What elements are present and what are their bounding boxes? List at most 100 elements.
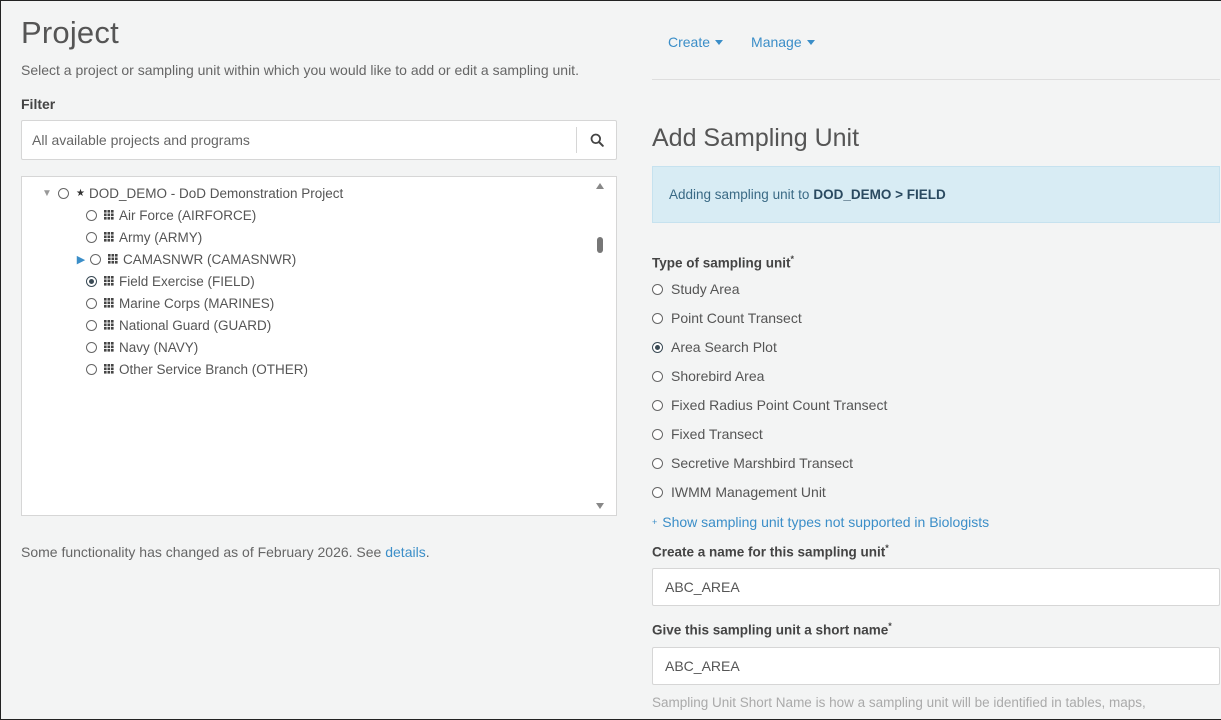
tree-item-label: Army (ARMY) xyxy=(119,229,203,245)
short-name-help: Sampling Unit Short Name is how a sampli… xyxy=(652,694,1146,710)
tree-item[interactable]: Other Service Branch (OTHER) xyxy=(40,358,576,380)
search-box xyxy=(21,120,617,160)
tree-radio[interactable] xyxy=(86,341,97,353)
type-option[interactable]: Area Search Plot xyxy=(652,333,1220,362)
type-option-label: Fixed Transect xyxy=(671,426,763,442)
project-panel: Project Select a project or sampling uni… xyxy=(21,15,617,560)
tree-item[interactable]: Navy (NAVY) xyxy=(40,336,576,358)
top-nav: Create Manage xyxy=(652,1,1220,80)
create-menu[interactable]: Create xyxy=(668,34,724,50)
required-mark: * xyxy=(790,254,795,264)
type-option-label: Fixed Radius Point Count Transect xyxy=(671,397,888,413)
type-label-text: Type of sampling unit xyxy=(652,255,791,271)
show-more-label: Show sampling unit types not supported i… xyxy=(662,513,990,530)
tree-item[interactable]: ▶ CAMASNWR (CAMASNWR) xyxy=(40,248,576,270)
info-alert: Adding sampling unit to DOD_DEMO > FIELD xyxy=(652,166,1220,223)
type-radio[interactable] xyxy=(652,283,663,295)
short-name-label: Give this sampling unit a short name* xyxy=(652,621,1220,638)
type-option[interactable]: Study Area xyxy=(652,275,1220,304)
notice-message: Some functionality has changed as of Feb… xyxy=(21,544,386,560)
tree-item-label: Marine Corps (MARINES) xyxy=(119,295,275,311)
tree-item[interactable]: Field Exercise (FIELD) xyxy=(40,270,576,292)
grid-icon xyxy=(104,276,114,286)
tree-item-label: CAMASNWR (CAMASNWR) xyxy=(123,251,297,267)
sampling-unit-panel: Create Manage Add Sampling Unit Adding s… xyxy=(652,1,1220,710)
tree-item-label: Air Force (AIRFORCE) xyxy=(119,207,257,223)
form-title: Add Sampling Unit xyxy=(652,124,860,152)
tree-item[interactable]: Marine Corps (MARINES) xyxy=(40,292,576,314)
tree-item[interactable]: Air Force (AIRFORCE) xyxy=(40,204,576,226)
info-target: DOD_DEMO > FIELD xyxy=(813,187,946,202)
plus-icon: + xyxy=(652,516,658,527)
tree-item-label: National Guard (GUARD) xyxy=(119,317,272,333)
tree-item[interactable]: Army (ARMY) xyxy=(40,226,576,248)
tree-item-label: Other Service Branch (OTHER) xyxy=(119,361,309,377)
type-option[interactable]: Fixed Radius Point Count Transect xyxy=(652,391,1220,420)
caret-down-icon[interactable]: ▼ xyxy=(40,188,54,199)
tree-radio[interactable] xyxy=(86,275,97,287)
type-option-label: IWMM Management Unit xyxy=(671,484,826,500)
type-radio[interactable] xyxy=(652,428,663,440)
notice-text: Some functionality has changed as of Feb… xyxy=(21,544,617,560)
name-label-text: Create a name for this sampling unit xyxy=(652,544,886,559)
scroll-down-icon[interactable] xyxy=(596,503,604,509)
app-frame: Project Select a project or sampling uni… xyxy=(0,0,1221,720)
type-label: Type of sampling unit* xyxy=(652,254,1220,271)
short-name-input[interactable]: ABC_AREA xyxy=(652,646,1220,685)
tree-radio[interactable] xyxy=(90,253,101,265)
required-mark: * xyxy=(888,621,892,631)
tree-item[interactable]: National Guard (GUARD) xyxy=(40,314,576,336)
name-input[interactable]: ABC_AREA xyxy=(652,568,1220,606)
intro-text: Select a project or sampling unit within… xyxy=(21,62,579,78)
type-option-label: Point Count Transect xyxy=(671,310,802,326)
type-radio[interactable] xyxy=(652,457,663,469)
tree-item-root[interactable]: ▼ ★ DOD_DEMO - DoD Demonstration Project xyxy=(40,182,576,204)
tree-radio[interactable] xyxy=(86,297,97,309)
search-input[interactable] xyxy=(22,121,616,159)
search-icon xyxy=(590,133,604,147)
type-option[interactable]: Fixed Transect xyxy=(652,420,1220,449)
search-button[interactable] xyxy=(576,127,616,153)
type-option[interactable]: Shorebird Area xyxy=(652,362,1220,391)
manage-menu-label: Manage xyxy=(751,34,802,50)
scroll-thumb[interactable] xyxy=(597,237,603,253)
grid-icon xyxy=(104,342,114,352)
type-radio[interactable] xyxy=(652,341,663,353)
type-option[interactable]: Secretive Marshbird Transect xyxy=(652,449,1220,478)
grid-icon xyxy=(104,232,114,242)
type-radio[interactable] xyxy=(652,312,663,324)
page-title: Project xyxy=(21,15,119,50)
type-option-label: Shorebird Area xyxy=(671,368,765,384)
grid-icon xyxy=(104,364,114,374)
grid-icon xyxy=(108,254,118,264)
grid-icon xyxy=(104,298,114,308)
manage-menu[interactable]: Manage xyxy=(751,34,815,50)
name-label: Create a name for this sampling unit* xyxy=(652,543,1220,560)
type-options: Study Area Point Count Transect Area Searc… xyxy=(652,275,1220,507)
show-more-link[interactable]: + Show sampling unit types not supported… xyxy=(652,511,1220,533)
caret-right-icon[interactable]: ▶ xyxy=(76,253,86,266)
tree-radio[interactable] xyxy=(86,319,97,331)
grid-icon xyxy=(104,320,114,330)
required-mark: * xyxy=(885,542,889,553)
star-icon: ★ xyxy=(76,187,85,199)
type-radio[interactable] xyxy=(652,399,663,411)
filter-label: Filter xyxy=(21,96,56,112)
grid-icon xyxy=(104,210,114,220)
tree-item-label: Navy (NAVY) xyxy=(119,339,199,355)
type-option-label: Area Search Plot xyxy=(671,339,777,355)
type-option-label: Study Area xyxy=(671,281,740,297)
tree-radio[interactable] xyxy=(86,363,97,375)
details-link[interactable]: details xyxy=(385,544,425,560)
tree-radio[interactable] xyxy=(86,209,97,221)
tree-radio[interactable] xyxy=(58,187,69,199)
tree-radio[interactable] xyxy=(86,231,97,243)
scroll-up-icon[interactable] xyxy=(596,183,604,189)
type-radio[interactable] xyxy=(652,370,663,382)
type-option[interactable]: IWMM Management Unit xyxy=(652,478,1220,507)
create-menu-label: Create xyxy=(668,34,711,50)
tree-scrollbar[interactable] xyxy=(594,181,606,511)
type-radio[interactable] xyxy=(652,486,663,498)
type-option-label: Secretive Marshbird Transect xyxy=(671,455,854,471)
type-option[interactable]: Point Count Transect xyxy=(652,304,1220,333)
